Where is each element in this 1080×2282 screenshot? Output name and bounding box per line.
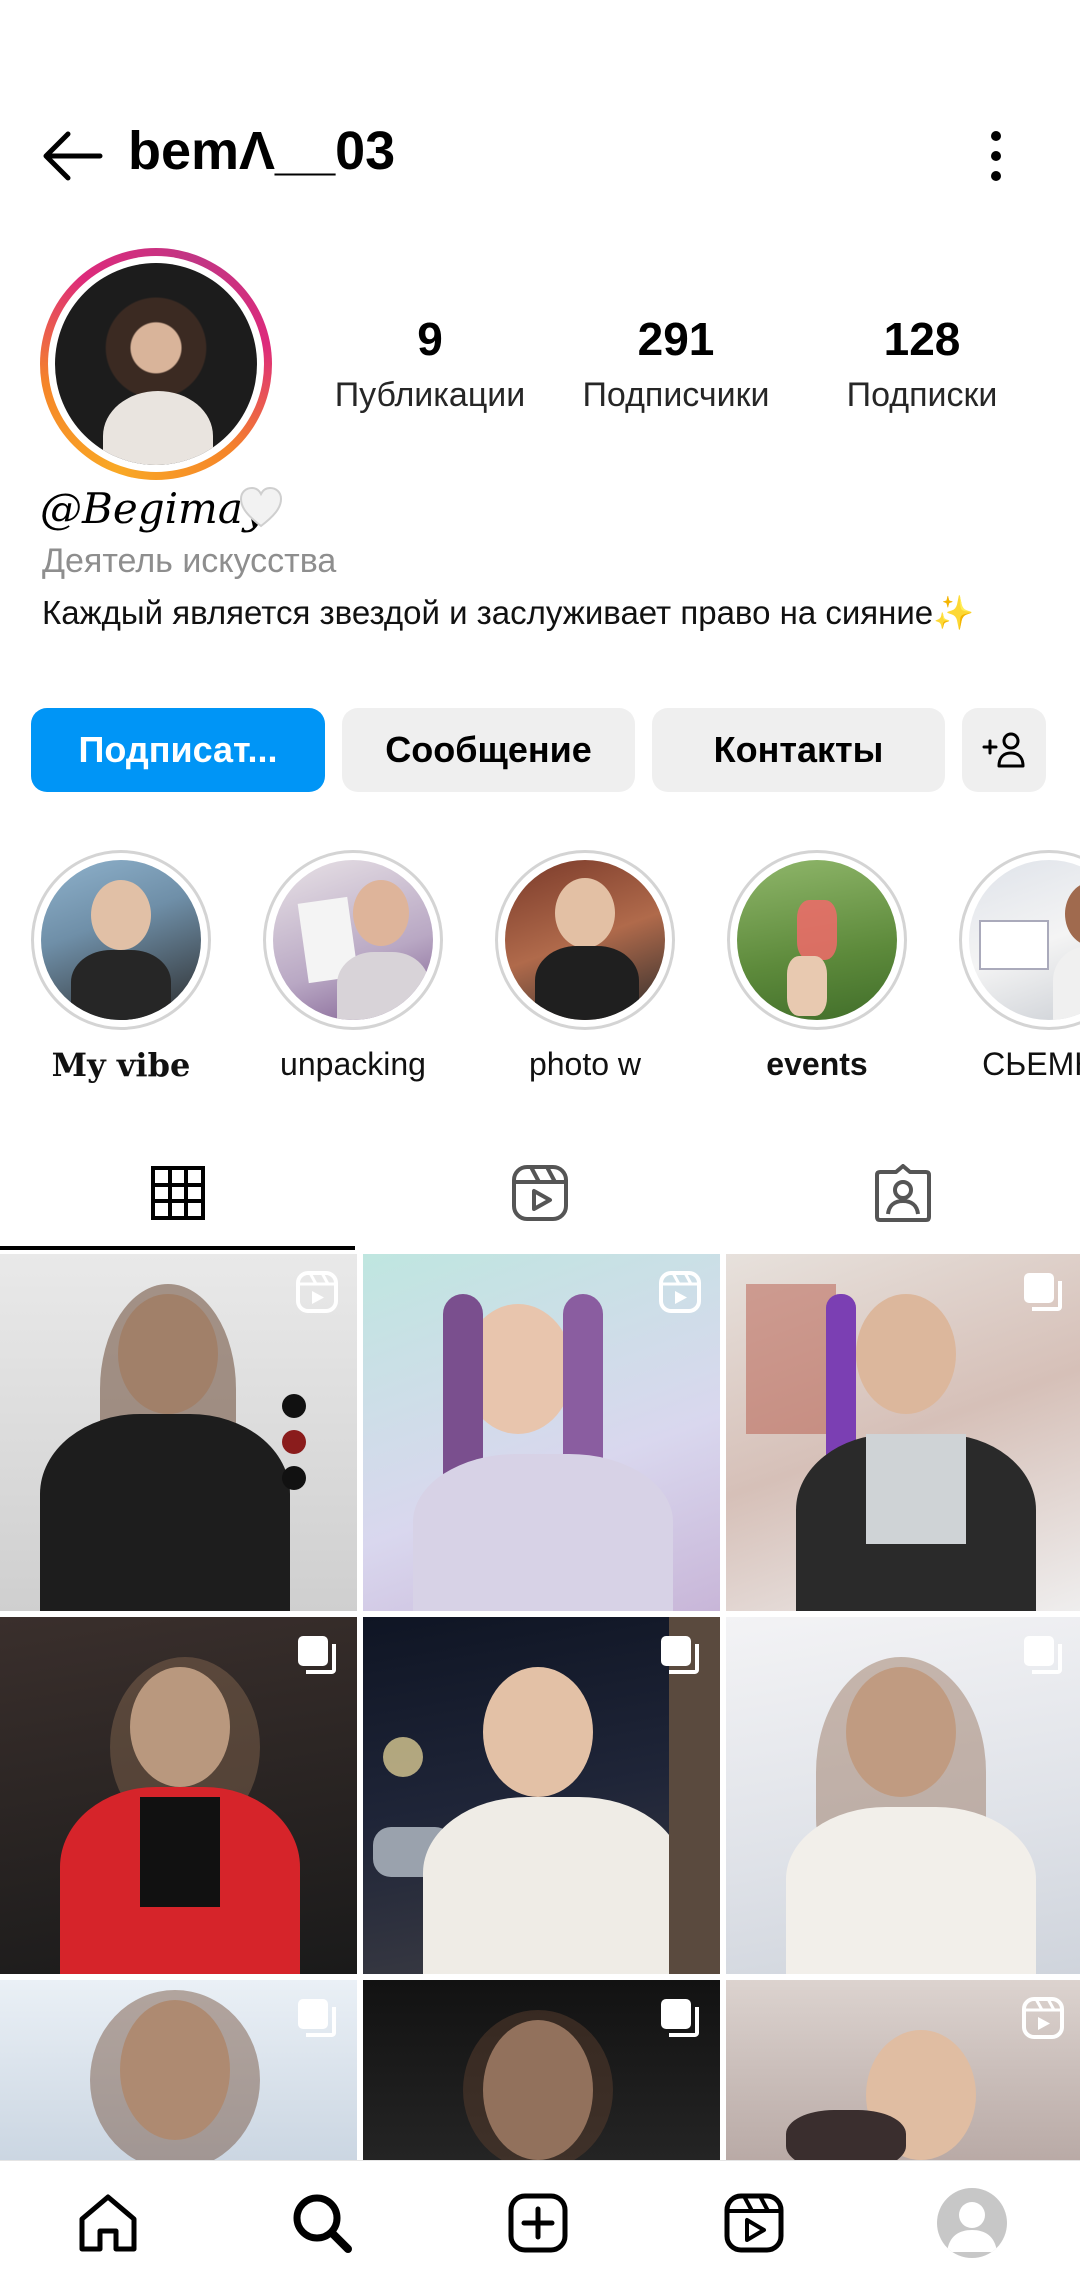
carousel-badge-icon: [1024, 1636, 1062, 1674]
post-thumbnail[interactable]: [726, 1980, 1080, 2160]
post-thumbnail[interactable]: [726, 1254, 1080, 1611]
reels-icon: [511, 1165, 568, 1221]
profile-full-name: @Begimay: [40, 484, 267, 533]
posts-count: 9: [417, 313, 443, 365]
reels-badge-icon: [659, 1271, 701, 1313]
reels-badge-icon: [296, 1271, 338, 1313]
highlight-label: events: [766, 1046, 868, 1082]
tab-reels[interactable]: [362, 1140, 717, 1246]
post-thumbnail[interactable]: [0, 1254, 357, 1611]
home-icon: [79, 2194, 137, 2252]
add-user-icon: [982, 732, 1025, 768]
carousel-badge-icon: [661, 1999, 699, 2037]
post-thumbnail[interactable]: [363, 1254, 720, 1611]
following-count: 128: [883, 313, 961, 365]
tab-tagged[interactable]: [725, 1140, 1080, 1246]
carousel-badge-icon: [661, 1636, 699, 1674]
profile-avatar[interactable]: [40, 248, 272, 480]
post-thumbnail[interactable]: [363, 1980, 720, 2160]
grid-icon: [150, 1166, 205, 1220]
bottom-navigation: [0, 2160, 1080, 2282]
create-icon: [508, 2193, 568, 2253]
add-user-button[interactable]: [962, 708, 1046, 792]
more-vertical-icon[interactable]: [970, 124, 1022, 188]
carousel-badge-icon: [298, 1636, 336, 1674]
profile-username: bemΛ__03: [128, 121, 396, 181]
contacts-button[interactable]: Контакты: [652, 708, 945, 792]
profile-bio: Каждый является звездой и заслуживает пр…: [42, 594, 975, 631]
highlight-label: СЬЕМКИ: [982, 1046, 1080, 1082]
top-bar: bemΛ__03: [0, 110, 1080, 200]
post-thumbnail[interactable]: [363, 1617, 720, 1974]
follow-button[interactable]: Подписат...: [31, 708, 325, 792]
highlight-unpacking[interactable]: unpacking: [263, 850, 443, 1083]
highlight-events[interactable]: events: [727, 850, 907, 1083]
posts-label: Публикации: [334, 376, 526, 414]
nav-profile[interactable]: [934, 2185, 1010, 2261]
nav-create[interactable]: [500, 2185, 576, 2261]
highlight-photo-w[interactable]: photo w: [495, 850, 675, 1083]
tab-posts-grid[interactable]: [0, 1140, 355, 1246]
highlight-semki[interactable]: СЬЕМКИ: [959, 850, 1080, 1083]
carousel-badge-icon: [1024, 1273, 1062, 1311]
following-stat[interactable]: 128 Подписки: [822, 312, 1022, 415]
back-arrow-icon[interactable]: [38, 128, 106, 184]
post-thumbnail[interactable]: [0, 1617, 357, 1974]
post-thumbnail[interactable]: [726, 1617, 1080, 1974]
carousel-badge-icon: [298, 1999, 336, 2037]
reels-icon: [724, 2193, 784, 2253]
post-thumbnail[interactable]: [0, 1980, 357, 2160]
followers-count: 291: [637, 313, 715, 365]
nav-home[interactable]: [70, 2185, 146, 2261]
message-button[interactable]: Сообщение: [342, 708, 635, 792]
followers-stat[interactable]: 291 Подписчики: [566, 312, 786, 415]
profile-category: Деятель искусства: [42, 542, 337, 580]
active-tab-indicator: [0, 1246, 355, 1250]
profile-avatar: [937, 2188, 1007, 2258]
posts-stat: 9 Публикации: [324, 312, 536, 415]
following-label: Подписки: [846, 376, 998, 414]
reels-badge-icon: [1022, 1997, 1064, 2039]
profile-tabs: [0, 1140, 1080, 1250]
search-icon: [293, 2194, 352, 2253]
nav-reels[interactable]: [716, 2185, 792, 2261]
highlight-label: unpacking: [280, 1046, 426, 1082]
highlight-label: My vibe: [51, 1046, 191, 1084]
highlight-label: photo w: [528, 1046, 642, 1082]
nav-search[interactable]: [284, 2185, 360, 2261]
followers-label: Подписчики: [582, 376, 770, 414]
white-heart-icon: [238, 486, 284, 530]
tagged-icon: [874, 1164, 931, 1222]
highlight-my-vibe[interactable]: My vibe: [31, 850, 211, 1084]
